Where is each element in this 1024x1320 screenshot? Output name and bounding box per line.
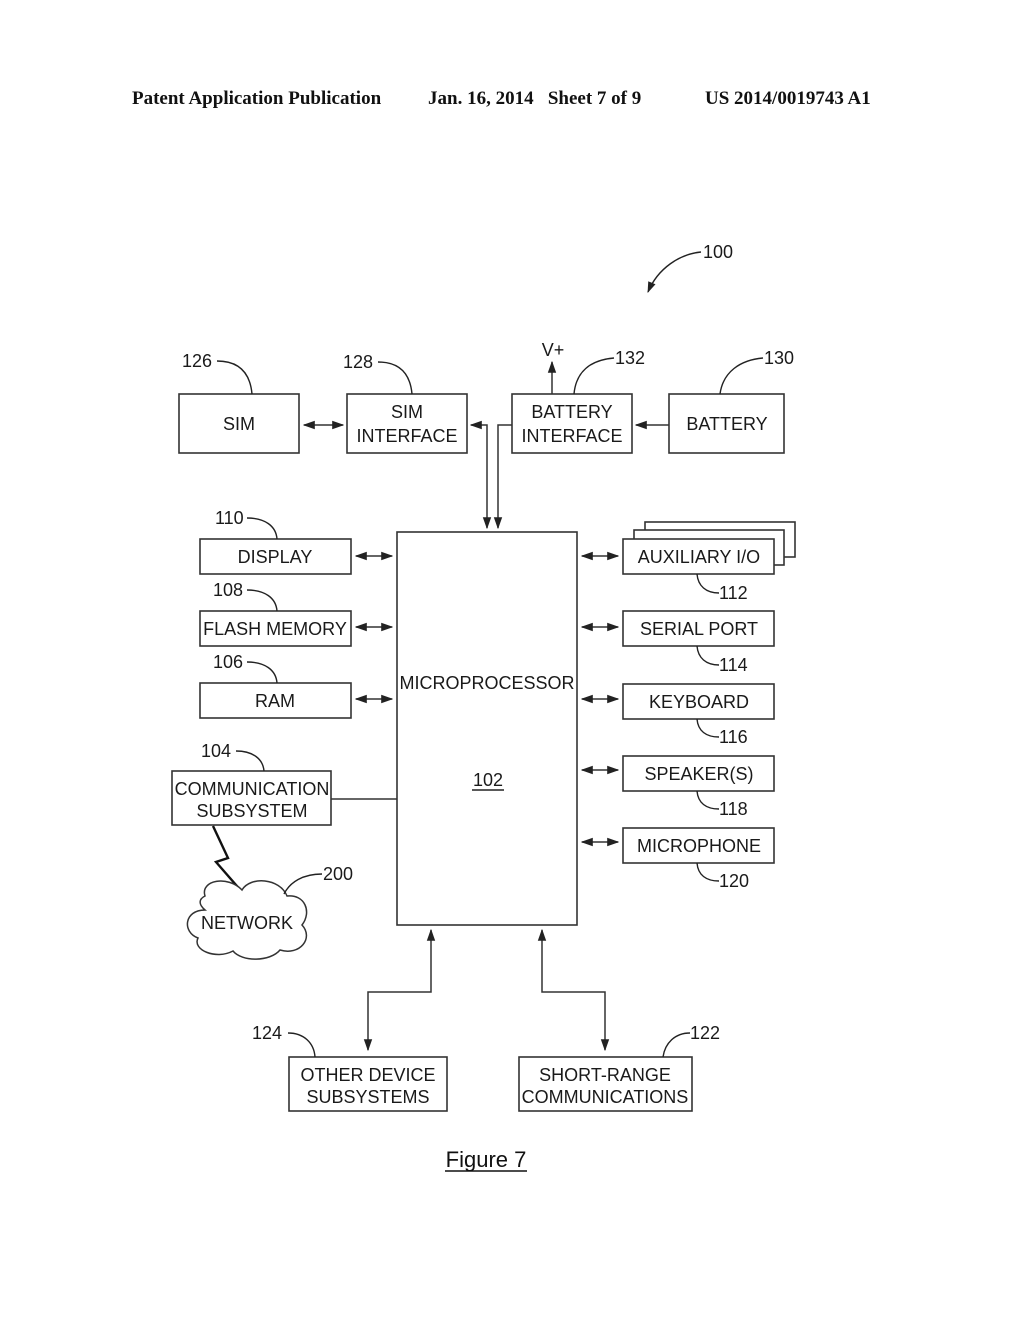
network-label: NETWORK [201,913,293,933]
aux-io-label: AUXILIARY I/O [638,547,760,567]
short-range-label-2: COMMUNICATIONS [522,1087,689,1107]
leader-line [235,750,265,772]
ref-102: 102 [473,770,503,790]
battery-interface-label-2: INTERFACE [521,426,622,446]
microprocessor-label: MICROPROCESSOR [399,673,574,693]
flash-memory-block: FLASH MEMORY 108 [199,580,394,647]
sim-interface-bus [469,420,492,530]
ref-124: 124 [252,1023,282,1043]
comm-label-2: SUBSYSTEM [196,801,307,821]
ref-114: 114 [719,655,748,675]
keyboard-block: KEYBOARD 116 [580,683,775,747]
sim-block: SIM 126 [178,351,300,454]
ref-112: 112 [719,583,748,603]
ref-122: 122 [690,1023,720,1043]
ref-118: 118 [719,799,748,819]
leader-line [719,357,764,395]
battery-block: BATTERY 130 [668,348,794,454]
short-range-communications-block: SHORT-RANGE COMMUNICATIONS 122 [518,928,720,1112]
short-range-bus [537,928,610,1052]
flash-memory-label: FLASH MEMORY [203,619,347,639]
ref-200: 200 [323,864,353,884]
sim-label: SIM [223,414,255,434]
keyboard-label: KEYBOARD [649,692,749,712]
ram-block: RAM 106 [199,652,394,719]
sim-interface-label-1: SIM [391,402,423,422]
leader-line [377,361,413,395]
leader-line [573,357,615,395]
v-plus-label: V+ [542,340,565,360]
microprocessor-block: MICROPROCESSOR 102 [396,531,578,926]
ref-130: 130 [764,348,794,368]
leader-line [246,661,278,684]
leader-line [696,790,720,810]
other-device-bus [363,928,436,1052]
serial-port-block: SERIAL PORT 114 [580,610,775,675]
leader-line [662,1032,691,1058]
leader-line [287,1032,316,1058]
auxiliary-io-block: AUXILIARY I/O 112 [580,521,796,603]
ref-126: 126 [182,351,212,371]
battery-interface-bus [493,424,512,530]
leader-line [216,360,253,395]
ref-104: 104 [201,741,231,761]
leader-line [696,718,720,738]
leader-line [246,589,278,612]
ref-106: 106 [213,652,243,672]
battery-label: BATTERY [686,414,767,434]
ref-100: 100 [703,242,733,262]
ref-arrow [647,251,702,294]
figure-reference: 100 [647,242,733,294]
display-block: DISPLAY 110 [199,508,394,575]
battery-interface-label-1: BATTERY [531,402,612,422]
communication-subsystem-block: COMMUNICATION SUBSYSTEM 104 [171,741,397,894]
ref-116: 116 [719,727,748,747]
serial-port-label: SERIAL PORT [640,619,758,639]
network-cloud: NETWORK 200 [186,864,353,960]
leader-line [696,573,720,594]
leader-line [696,862,720,882]
microphone-block: MICROPHONE 120 [580,827,775,891]
sim-interface-block: SIM INTERFACE 128 [343,352,468,454]
battery-interface-block: BATTERY INTERFACE 132 V+ [511,340,645,454]
leader-line [246,517,278,540]
ref-128: 128 [343,352,373,372]
speakers-block: SPEAKER(S) 118 [580,755,775,819]
ref-108: 108 [213,580,243,600]
ref-132: 132 [615,348,645,368]
figure-caption: Figure 7 [446,1147,527,1172]
block-diagram: 100 SIM 126 SIM INTERFACE 128 BATTERY IN… [171,242,796,1172]
microphone-label: MICROPHONE [637,836,761,856]
comm-label-1: COMMUNICATION [175,779,330,799]
speakers-label: SPEAKER(S) [644,764,753,784]
display-label: DISPLAY [238,547,313,567]
ram-label: RAM [255,691,295,711]
other-device-label-2: SUBSYSTEMS [306,1087,429,1107]
sim-interface-label-2: INTERFACE [356,426,457,446]
short-range-label-1: SHORT-RANGE [539,1065,671,1085]
leader-line [283,873,323,895]
other-device-subsystems-block: OTHER DEVICE SUBSYSTEMS 124 [252,928,448,1112]
ref-110: 110 [215,508,244,528]
leader-line [696,645,720,666]
ref-120: 120 [719,871,749,891]
other-device-label-1: OTHER DEVICE [300,1065,435,1085]
